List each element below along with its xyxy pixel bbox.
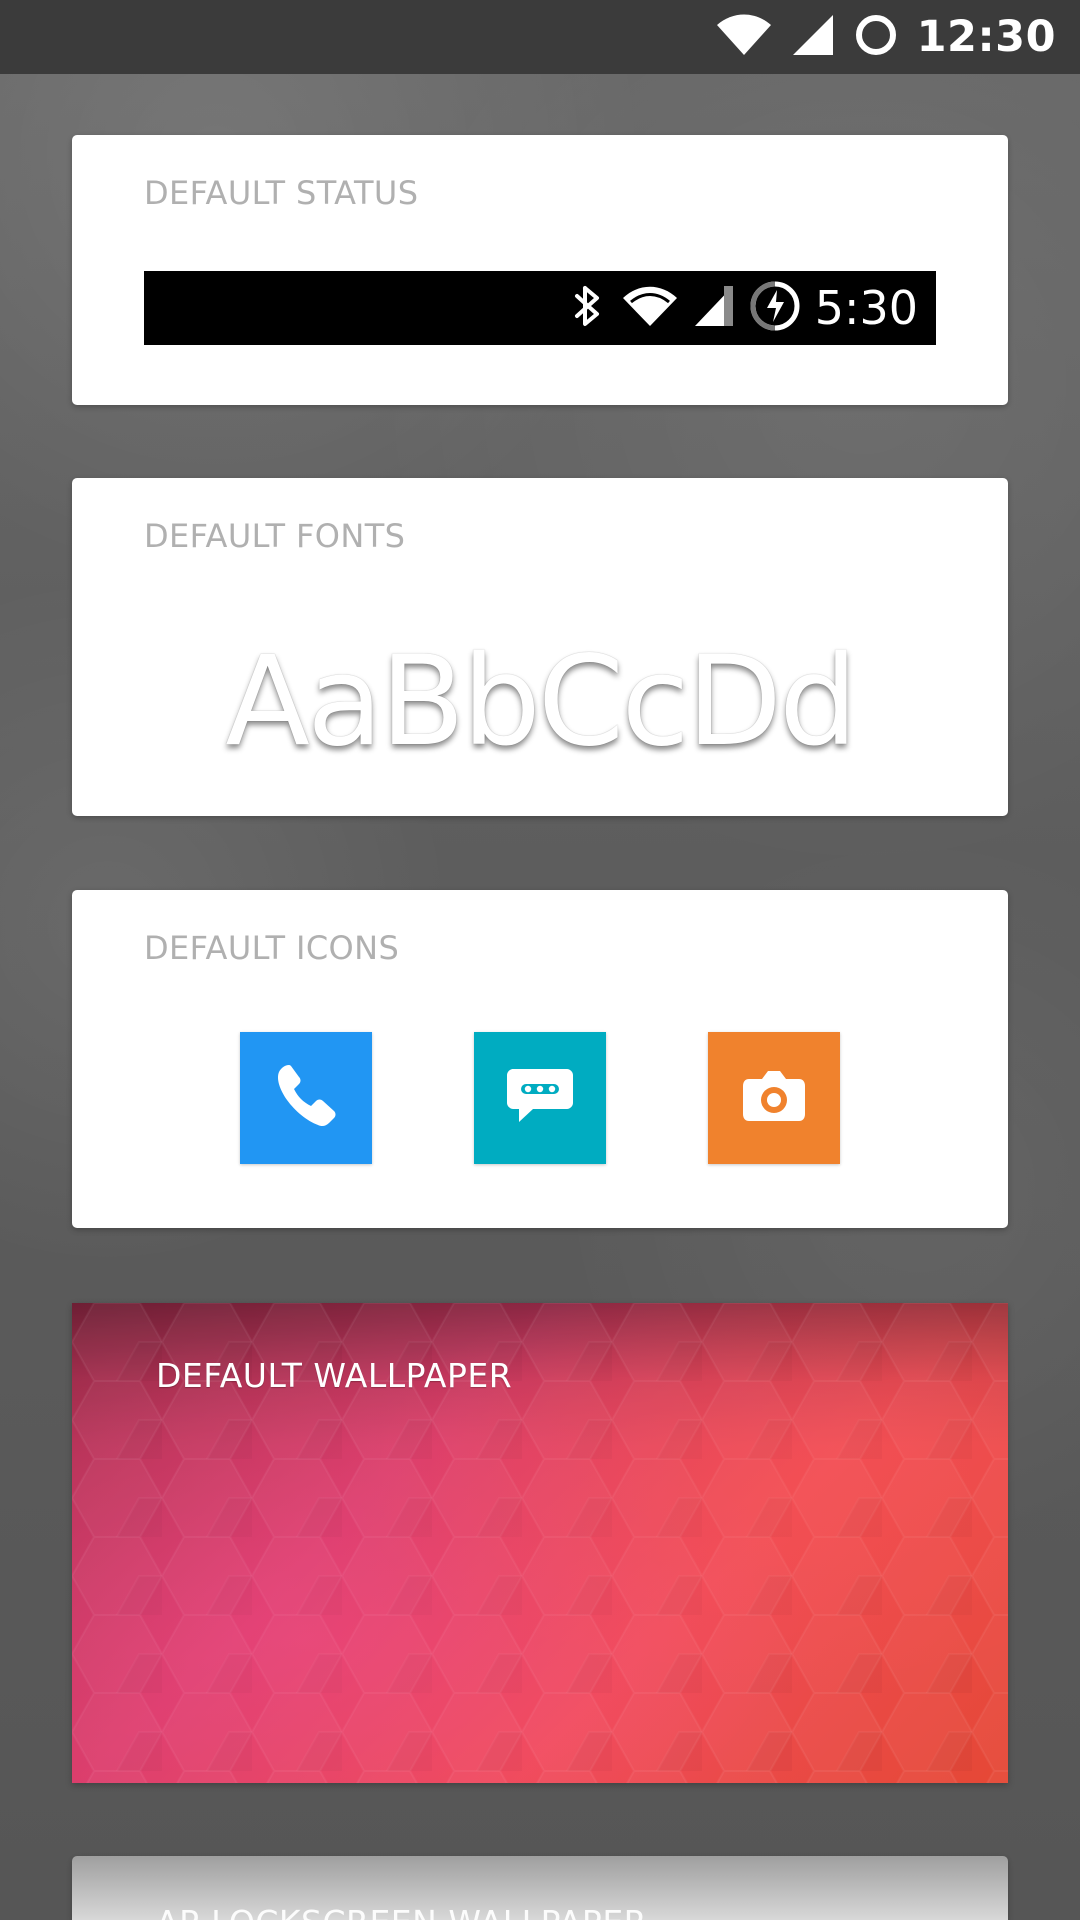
card-title: DEFAULT STATUS [144,174,419,212]
default-fonts-card[interactable]: DEFAULT FONTS AaBbCcDd [72,478,1008,816]
default-icons-card[interactable]: DEFAULT ICONS [72,890,1008,1228]
camera-icon [733,1055,815,1141]
card-title: DEFAULT FONTS [144,517,406,555]
card-title: DEFAULT WALLPAPER [156,1356,513,1395]
bluetooth-icon [573,284,607,332]
card-title: AP-LOCKSCREEN-WALLPAPER [156,1906,647,1920]
font-sample: AaBbCcDd [225,630,858,774]
default-wallpaper-card[interactable]: DEFAULT WALLPAPER [72,1303,1008,1783]
camera-app-tile [708,1032,840,1164]
card-title: DEFAULT ICONS [144,929,400,967]
status-preview: 5:30 [144,271,936,345]
status-preview-icons: 5:30 [573,271,918,345]
wifi-icon [715,13,773,61]
phone-app-tile [240,1032,372,1164]
wifi-icon [621,284,679,332]
message-icon [499,1055,581,1141]
status-icons-group: 12:30 [715,10,1056,64]
status-time: 12:30 [916,11,1056,62]
cellular-signal-icon [791,13,835,61]
default-status-card[interactable]: DEFAULT STATUS 5:30 [72,135,1008,405]
cellular-signal-icon [693,284,735,332]
system-status-bar: 12:30 [0,0,1080,74]
status-preview-time: 5:30 [814,281,918,335]
battery-charging-icon [749,280,801,336]
phone-icon [265,1055,347,1141]
messages-app-tile [474,1032,606,1164]
lockscreen-wallpaper-card[interactable]: AP-LOCKSCREEN-WALLPAPER [72,1856,1008,1920]
circle-status-icon [853,12,899,62]
